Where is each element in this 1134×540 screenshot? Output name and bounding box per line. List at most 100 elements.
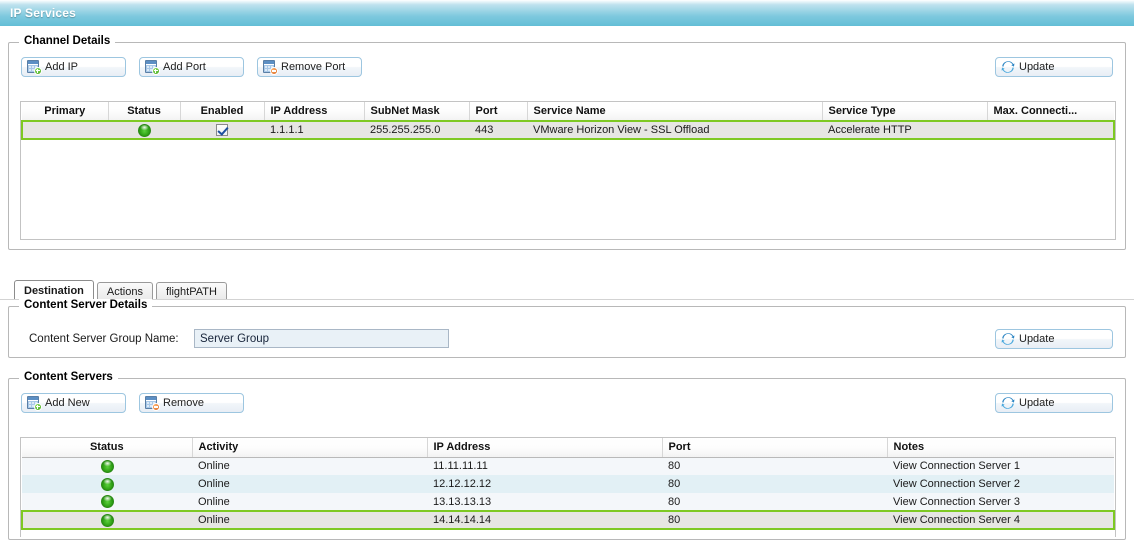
table-add-icon	[27, 60, 42, 75]
content-server-details-update-button[interactable]: Update	[995, 329, 1113, 349]
cell-service-type: Accelerate HTTP	[822, 120, 987, 140]
cell-ip-address: 11.11.11.11	[427, 457, 662, 475]
cell-activity: Online	[192, 457, 427, 475]
add-ip-button-label: Add IP	[45, 61, 79, 73]
refresh-icon	[1001, 332, 1015, 346]
refresh-icon	[1001, 60, 1015, 74]
add-ip-button[interactable]: Add IP	[21, 57, 126, 77]
col-enabled[interactable]: Enabled	[180, 102, 265, 122]
col-notes[interactable]: Notes	[887, 438, 1114, 458]
channel-details-update-button[interactable]: Update	[995, 57, 1113, 77]
col-subnet-mask[interactable]: SubNet Mask	[364, 102, 470, 122]
cell-activity: Online	[192, 493, 427, 511]
content-server-group-name-label: Content Server Group Name:	[29, 333, 179, 345]
table-row[interactable]: Online 13.13.13.13 80 View Connection Se…	[22, 493, 1114, 511]
content-servers-legend: Content Servers	[19, 371, 118, 383]
content-servers-table: Status Activity IP Address Port Notes On…	[21, 438, 1115, 530]
cell-status	[22, 475, 192, 493]
tab-flightpath[interactable]: flightPATH	[155, 282, 227, 300]
cell-enabled[interactable]	[180, 120, 264, 140]
cell-port: 80	[662, 457, 887, 475]
cell-activity: Online	[192, 510, 427, 530]
table-row[interactable]: Online 11.11.11.11 80 View Connection Se…	[22, 457, 1114, 475]
section-tabs: Destination Actions flightPATH	[14, 280, 227, 300]
remove-port-button-label: Remove Port	[281, 61, 346, 73]
col-status[interactable]: Status	[108, 102, 181, 122]
col-primary[interactable]: Primary	[22, 102, 109, 122]
status-led-icon	[100, 459, 114, 473]
cell-activity: Online	[192, 475, 427, 493]
channel-details-grid[interactable]: Primary Status Enabled IP Address SubNet…	[20, 101, 1116, 240]
refresh-icon	[1001, 396, 1015, 410]
cell-notes: View Connection Server 4	[887, 510, 1115, 530]
col-status[interactable]: Status	[22, 438, 193, 458]
cell-notes: View Connection Server 2	[887, 475, 1114, 493]
cell-notes: View Connection Server 1	[887, 457, 1114, 475]
add-port-button[interactable]: Add Port	[139, 57, 244, 77]
cell-max-connections	[987, 120, 1115, 140]
checkbox-checked-icon[interactable]	[216, 124, 228, 137]
cell-port: 80	[662, 510, 887, 530]
table-header-row: Primary Status Enabled IP Address SubNet…	[22, 102, 1114, 122]
content-server-details-update-label: Update	[1019, 333, 1055, 345]
channel-details-legend: Channel Details	[19, 35, 116, 47]
add-new-button-label: Add New	[45, 397, 90, 409]
content-server-details-group: Content Server Details Content Server Gr…	[8, 299, 1126, 358]
cell-service-name: VMware Horizon View - SSL Offload	[527, 120, 822, 140]
content-servers-group: Content Servers Add New Remove Update St…	[8, 371, 1126, 540]
tab-actions[interactable]: Actions	[96, 282, 153, 300]
col-port[interactable]: Port	[662, 438, 888, 458]
cell-port: 80	[662, 475, 887, 493]
status-led-icon	[100, 495, 114, 508]
channel-details-table: Primary Status Enabled IP Address SubNet…	[21, 102, 1115, 140]
remove-button[interactable]: Remove	[139, 393, 244, 413]
cell-primary	[21, 120, 108, 140]
tab-actions-label: Actions	[106, 285, 143, 298]
content-servers-grid[interactable]: Status Activity IP Address Port Notes On…	[20, 437, 1116, 537]
status-led-icon	[137, 123, 151, 137]
cell-port: 443	[469, 120, 527, 140]
content-server-details-legend: Content Server Details	[19, 299, 153, 311]
status-led-icon	[101, 513, 114, 527]
col-ip-address[interactable]: IP Address	[264, 102, 365, 122]
col-activity[interactable]: Activity	[192, 438, 428, 458]
col-max-connections[interactable]: Max. Connecti...	[987, 102, 1114, 122]
col-service-type[interactable]: Service Type	[822, 102, 988, 122]
content-servers-update-button[interactable]: Update	[995, 393, 1113, 413]
channel-details-update-label: Update	[1019, 61, 1055, 73]
cell-ip-address: 12.12.12.12	[427, 475, 662, 493]
table-header-row: Status Activity IP Address Port Notes	[22, 438, 1114, 458]
col-service-name[interactable]: Service Name	[527, 102, 823, 122]
cell-port: 80	[662, 493, 887, 511]
page-title: IP Services	[10, 6, 77, 20]
table-remove-icon	[263, 60, 278, 75]
tab-destination-label: Destination	[24, 284, 84, 297]
table-row[interactable]: Online 14.14.14.14 80 View Connection Se…	[21, 510, 1115, 530]
col-ip-address[interactable]: IP Address	[427, 438, 663, 458]
cell-subnet-mask: 255.255.255.0	[364, 120, 469, 140]
channel-details-group: Channel Details Add IP Add Port Remove P…	[8, 35, 1126, 250]
table-add-icon	[145, 60, 160, 75]
cell-status	[21, 510, 192, 530]
tab-destination[interactable]: Destination	[14, 280, 94, 300]
remove-port-button[interactable]: Remove Port	[257, 57, 362, 77]
content-server-group-name-input[interactable]	[194, 329, 449, 348]
add-new-button[interactable]: Add New	[21, 393, 126, 413]
tabs-bottom-divider	[0, 299, 1134, 300]
window-title-bar: IP Services	[0, 0, 1134, 26]
table-remove-icon	[145, 396, 160, 411]
status-led-icon	[100, 477, 114, 491]
cell-status	[22, 457, 192, 475]
cell-ip-address: 13.13.13.13	[427, 493, 662, 511]
tab-flightpath-label: flightPATH	[165, 285, 217, 298]
cell-notes: View Connection Server 3	[887, 493, 1114, 511]
cell-ip-address: 1.1.1.1	[264, 120, 364, 140]
cell-status	[108, 120, 180, 140]
table-row[interactable]: Online 12.12.12.12 80 View Connection Se…	[22, 475, 1114, 493]
table-row[interactable]: 1.1.1.1 255.255.255.0 443 VMware Horizon…	[21, 120, 1115, 140]
col-port[interactable]: Port	[469, 102, 528, 122]
cell-ip-address: 14.14.14.14	[427, 510, 662, 530]
cell-status	[22, 493, 192, 511]
table-add-icon	[27, 396, 42, 411]
content-servers-update-label: Update	[1019, 397, 1055, 409]
